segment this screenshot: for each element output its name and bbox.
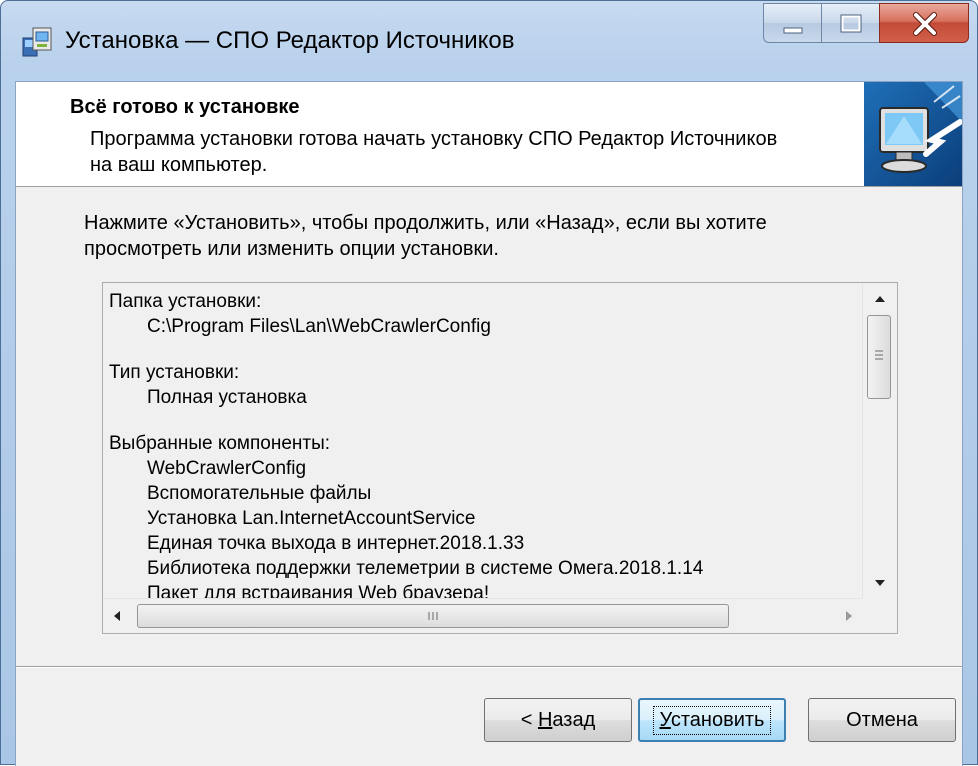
vertical-scroll-thumb[interactable] bbox=[867, 315, 891, 399]
install-button[interactable]: Установить bbox=[638, 698, 786, 742]
install-folder-label: Папка установки: bbox=[109, 291, 262, 312]
scroll-down-button[interactable] bbox=[863, 569, 897, 599]
arrow-right-icon bbox=[846, 611, 852, 621]
component-item: Единая точка выхода в интернет.2018.1.33 bbox=[147, 533, 525, 554]
minimize-icon bbox=[783, 27, 803, 34]
title-bar[interactable]: Установка — СПО Редактор Источников bbox=[1, 1, 977, 81]
grip-icon bbox=[428, 612, 438, 620]
component-item: Библиотека поддержки телеметрии в систем… bbox=[147, 558, 704, 579]
arrow-down-icon bbox=[875, 580, 885, 586]
page-title: Всё готово к установке bbox=[70, 96, 300, 118]
component-item: WebCrawlerConfig bbox=[147, 458, 307, 479]
memo-content: Папка установки: C:\Program Files\Lan\We… bbox=[109, 289, 861, 599]
installer-app-icon bbox=[22, 27, 52, 57]
horizontal-scroll-thumb[interactable] bbox=[137, 604, 729, 628]
component-item: Пакет для встраивания Web браузера! bbox=[147, 583, 490, 599]
maximize-button[interactable] bbox=[821, 3, 879, 43]
horizontal-scrollbar[interactable] bbox=[103, 598, 863, 633]
component-item: Установка Lan.InternetAccountService bbox=[147, 508, 476, 529]
page-description: Программа установки готова начать устано… bbox=[90, 128, 778, 176]
computer-setup-icon bbox=[864, 82, 962, 186]
cancel-button[interactable]: Отмена bbox=[808, 698, 956, 742]
instruction-text: Нажмите «Установить», чтобы продолжить, … bbox=[84, 212, 767, 260]
footer-separator bbox=[16, 666, 962, 668]
minimize-button[interactable] bbox=[763, 3, 821, 43]
setup-type-label: Тип установки: bbox=[109, 362, 240, 383]
ready-memo[interactable]: Папка установки: C:\Program Files\Lan\We… bbox=[102, 282, 898, 634]
vertical-scrollbar[interactable] bbox=[862, 283, 897, 599]
scroll-up-button[interactable] bbox=[863, 283, 897, 313]
wizard-client-area: Всё готово к установке Программа установ… bbox=[15, 81, 963, 766]
install-button-label: Установить bbox=[652, 705, 772, 735]
caption-buttons bbox=[763, 3, 969, 45]
maximize-icon bbox=[840, 14, 862, 33]
components-label: Выбранные компоненты: bbox=[109, 433, 331, 454]
close-icon bbox=[913, 12, 937, 36]
wizard-header: Всё готово к установке Программа установ… bbox=[16, 82, 962, 187]
back-button-label: < Назад bbox=[520, 708, 596, 731]
grip-icon bbox=[875, 350, 883, 360]
arrow-up-icon bbox=[875, 296, 885, 302]
install-folder-value: C:\Program Files\Lan\WebCrawlerConfig bbox=[147, 316, 491, 337]
component-item: Вспомогательные файлы bbox=[147, 483, 372, 504]
close-button[interactable] bbox=[879, 3, 969, 43]
setup-type-value: Полная установка bbox=[147, 387, 307, 408]
installer-window: Установка — СПО Редактор Источников Всё … bbox=[0, 0, 978, 766]
scroll-left-button[interactable] bbox=[103, 599, 133, 633]
arrow-left-icon bbox=[114, 611, 120, 621]
back-button[interactable]: < Назад bbox=[484, 698, 632, 742]
scroll-right-button[interactable] bbox=[833, 599, 863, 633]
window-title: Установка — СПО Редактор Источников bbox=[65, 27, 515, 54]
scrollbar-corner bbox=[863, 599, 897, 633]
